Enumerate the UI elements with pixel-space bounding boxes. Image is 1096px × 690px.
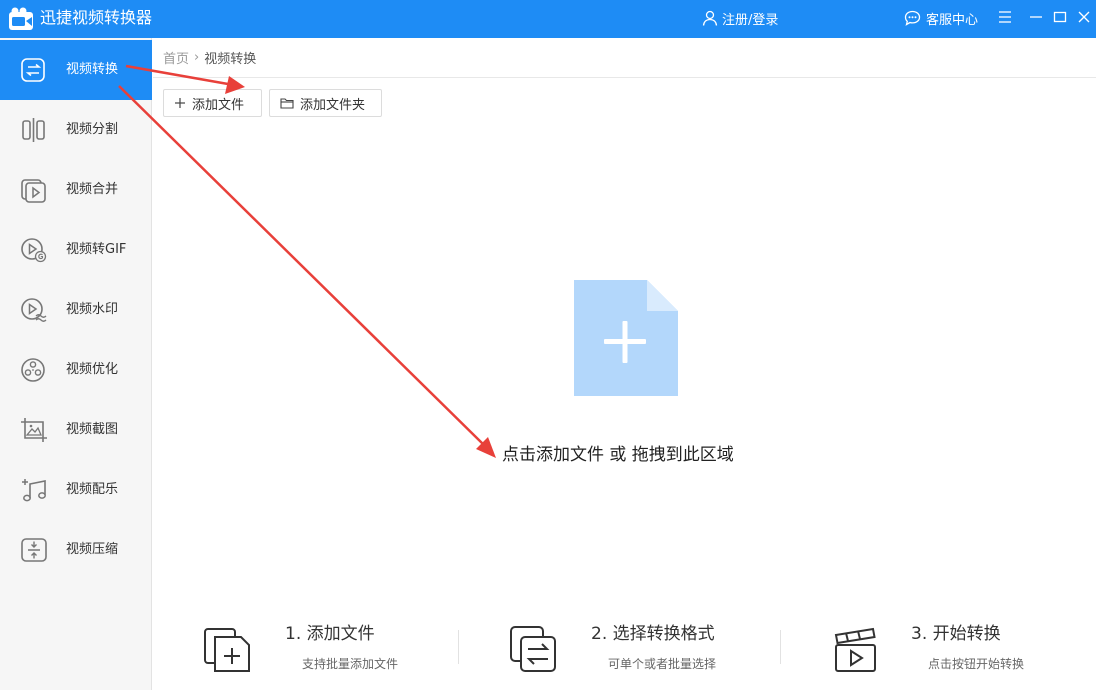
step-description: 可单个或者批量选择 [608, 657, 717, 671]
step-title: 1. 添加文件 [285, 624, 375, 644]
step-description: 支持批量添加文件 [302, 657, 399, 671]
sidebar-item-label: 视频配乐 [66, 482, 119, 497]
add-file-step-icon [204, 628, 250, 672]
format-step-icon [510, 626, 556, 672]
add-folder-label: 添加文件夹 [300, 97, 366, 113]
sidebar-item-label: 视频转GIF [66, 242, 127, 257]
sidebar: 视频转换 视频分割 视频合并 视频转GIF 视频水印 视频优化 视频截图 视频配… [0, 38, 152, 690]
minimize-icon[interactable] [1027, 8, 1045, 26]
optimize-icon [21, 358, 45, 382]
sidebar-item-video-gif[interactable]: 视频转GIF [0, 220, 152, 280]
watermark-icon [21, 298, 47, 322]
convert-icon [21, 58, 45, 82]
add-file-button[interactable]: 添加文件 [163, 89, 262, 117]
sidebar-item-label: 视频分割 [66, 122, 119, 137]
sidebar-item-video-watermark[interactable]: 视频水印 [0, 280, 152, 340]
title-bar: 迅捷视频转换器 注册/登录 客服中心 [0, 0, 1096, 38]
step-title: 3. 开始转换 [911, 624, 1001, 644]
folder-icon [280, 98, 294, 109]
app-window: 迅捷视频转换器 注册/登录 客服中心 视频转换 视频分割 视频合并 视频转GIF… [0, 0, 1096, 690]
breadcrumb: 首页 › 视频转换 [153, 38, 1096, 78]
sidebar-item-video-merge[interactable]: 视频合并 [0, 160, 152, 220]
breadcrumb-home-link[interactable]: 首页 [163, 48, 189, 67]
sidebar-item-video-music[interactable]: 视频配乐 [0, 460, 152, 520]
start-step-icon [834, 627, 876, 672]
maximize-icon[interactable] [1051, 8, 1069, 26]
sidebar-item-video-optimize[interactable]: 视频优化 [0, 340, 152, 400]
close-icon[interactable] [1075, 8, 1093, 26]
sidebar-item-label: 视频截图 [66, 422, 119, 437]
merge-icon [21, 179, 46, 203]
sidebar-item-video-split[interactable]: 视频分割 [0, 100, 152, 160]
music-icon [22, 479, 46, 502]
chat-bubble-icon [904, 10, 921, 26]
breadcrumb-current: 视频转换 [204, 52, 257, 67]
step-select-format: 2. 选择转换格式 可单个或者批量选择 [509, 617, 769, 677]
customer-service-button[interactable]: 客服中心 [904, 8, 978, 28]
menu-icon[interactable] [996, 8, 1014, 26]
user-icon [702, 10, 718, 26]
step-start-convert: 3. 开始转换 点击按钮开始转换 [831, 617, 1071, 677]
sidebar-item-label: 视频水印 [66, 302, 119, 317]
step-description: 点击按钮开始转换 [928, 657, 1025, 671]
breadcrumb-separator: › [194, 50, 200, 65]
add-file-label: 添加文件 [192, 97, 245, 113]
app-title: 迅捷视频转换器 [40, 8, 153, 27]
sidebar-item-label: 视频合并 [66, 182, 119, 197]
customer-service-label: 客服中心 [926, 12, 979, 28]
step-divider [780, 630, 781, 664]
file-drop-zone[interactable]: 点击添加文件 或 拖拽到此区域 [153, 130, 1096, 570]
sidebar-item-label: 视频优化 [66, 362, 119, 377]
login-label: 注册/登录 [722, 12, 779, 28]
gif-icon [21, 238, 47, 263]
sidebar-item-video-compress[interactable]: 视频压缩 [0, 520, 152, 580]
split-icon [22, 118, 45, 142]
sidebar-item-video-convert[interactable]: 视频转换 [0, 40, 152, 100]
app-logo-icon [9, 7, 33, 30]
plus-icon [175, 98, 185, 108]
drop-zone-hint: 点击添加文件 或 拖拽到此区域 [502, 445, 734, 465]
sidebar-item-label: 视频压缩 [66, 542, 119, 557]
sidebar-item-video-screenshot[interactable]: 视频截图 [0, 400, 152, 460]
login-button[interactable]: 注册/登录 [702, 8, 778, 28]
step-divider [458, 630, 459, 664]
step-title: 2. 选择转换格式 [591, 624, 715, 644]
add-folder-button[interactable]: 添加文件夹 [269, 89, 382, 117]
screenshot-icon [21, 418, 47, 442]
compress-icon [21, 538, 47, 562]
step-add-file: 1. 添加文件 支持批量添加文件 [203, 617, 453, 677]
add-file-icon [574, 280, 678, 396]
sidebar-item-label: 视频转换 [66, 62, 119, 77]
